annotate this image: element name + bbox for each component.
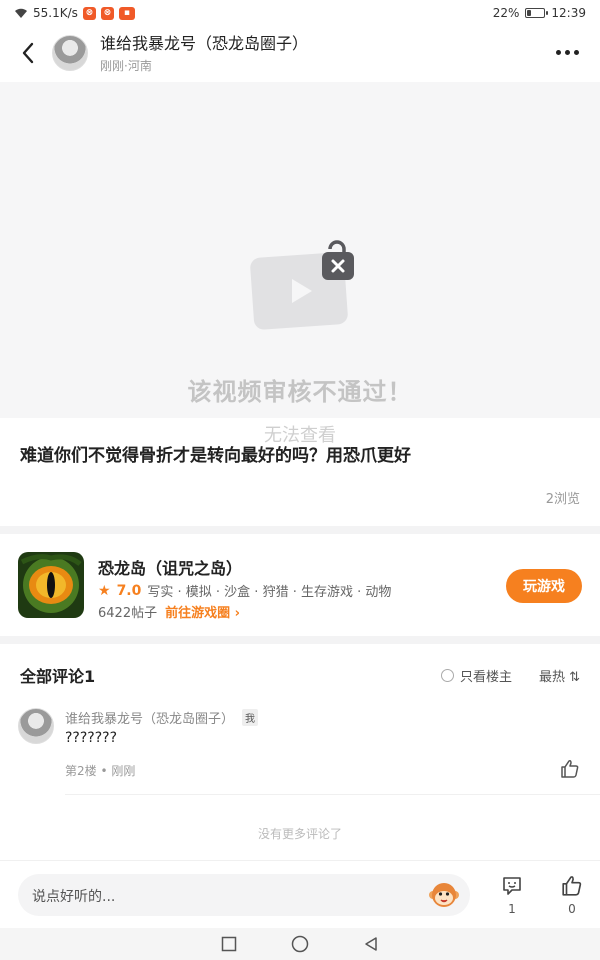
status-bar: 55.1K/s ⊗ ⊗ ▪ 22% 12:39: [0, 0, 600, 26]
game-tags: 写实 · 模拟 · 沙盒 · 狩猎 · 生存游戏 · 动物: [147, 585, 392, 600]
more-dots-icon: [555, 49, 561, 55]
comment-action[interactable]: 1: [497, 875, 527, 916]
section-divider: [0, 636, 600, 644]
play-game-button[interactable]: 玩游戏: [506, 569, 582, 603]
app-notification-icon: ⊗: [82, 6, 96, 20]
comment-text: ???????: [65, 730, 118, 746]
dinosaur-eye-icon: [18, 552, 84, 618]
post-title: 难道你们不觉得骨折才是转向最好的吗？用恐爪更好: [20, 446, 411, 466]
more-options-button[interactable]: [552, 40, 582, 64]
comment-meta: 第2楼 • 刚刚: [65, 764, 136, 778]
app-notification-icon: ⊗: [100, 6, 114, 20]
back-nav-icon[interactable]: [363, 936, 379, 952]
game-icon[interactable]: [18, 552, 84, 618]
wifi-icon: [15, 8, 27, 18]
like-action[interactable]: 0: [557, 875, 587, 916]
only-host-label: 只看楼主: [459, 670, 512, 685]
comment-count: 1: [508, 902, 516, 916]
video-status-title: 该视频审核不通过！: [187, 378, 413, 406]
game-rating: 7.0: [116, 582, 142, 599]
only-host-toggle[interactable]: 只看楼主: [440, 666, 512, 685]
radio-icon: [440, 669, 454, 682]
home-icon[interactable]: [291, 935, 309, 953]
game-posts-row: 6422帖子 前往游戏圈 ›: [98, 602, 240, 621]
author-name[interactable]: 谁给我暴龙号（恐龙岛圈子）: [100, 33, 308, 55]
back-button[interactable]: [4, 29, 52, 77]
no-more-comments: 没有更多评论了: [257, 827, 342, 841]
video-blocked-icon: [250, 240, 354, 330]
comment-author-row: 谁给我暴龙号（恐龙岛圈子） 我: [65, 708, 259, 727]
view-count: 2浏览: [545, 492, 580, 507]
sort-dropdown[interactable]: 最热 ⇅: [539, 666, 580, 685]
comment-like-button[interactable]: [560, 759, 580, 783]
like-count: 0: [568, 902, 576, 916]
star-icon: ★: [98, 582, 111, 599]
comment-icon: [503, 877, 521, 895]
comment-avatar[interactable]: [18, 708, 54, 744]
goto-game-circle-link[interactable]: 前往游戏圈 ›: [165, 602, 240, 621]
thumbs-up-icon: [562, 876, 582, 896]
bottom-action-bar: 说点好听的... 1 0: [0, 860, 600, 928]
thumbs-up-icon: [561, 760, 579, 778]
comments-title: 全部评论1: [20, 667, 96, 686]
section-divider: [0, 526, 600, 534]
system-nav-bar: [0, 928, 600, 960]
chevron-left-icon: [22, 42, 34, 64]
battery-percent: 22%: [492, 6, 520, 20]
comment-author[interactable]: 谁给我暴龙号（恐龙岛圈子）: [65, 708, 234, 727]
game-name[interactable]: 恐龙岛（诅咒之岛）: [98, 555, 242, 579]
monkey-emoji-icon[interactable]: [428, 880, 460, 910]
clock: 12:39: [551, 6, 586, 20]
comment-separator: [65, 794, 600, 795]
game-post-count: 6422帖子: [98, 606, 158, 621]
comment-input[interactable]: 说点好听的...: [18, 874, 470, 916]
video-placeholder: 该视频审核不通过！ 无法查看: [0, 82, 600, 446]
battery-icon: [525, 8, 549, 18]
app-notification-icon: ▪: [118, 6, 135, 20]
post-header: 谁给我暴龙号（恐龙岛圈子） 刚刚·河南: [0, 28, 600, 78]
post-time-location: 刚刚·河南: [100, 58, 152, 73]
comments-header: 全部评论1 只看楼主 最热 ⇅: [0, 654, 600, 694]
comment-input-placeholder: 说点好听的...: [32, 889, 116, 905]
game-meta: ★ 7.0 写实 · 模拟 · 沙盒 · 狩猎 · 生存游戏 · 动物: [98, 581, 392, 601]
game-card[interactable]: 恐龙岛（诅咒之岛） ★ 7.0 写实 · 模拟 · 沙盒 · 狩猎 · 生存游戏…: [0, 540, 600, 636]
author-avatar[interactable]: [52, 35, 88, 71]
comment-item: 谁给我暴龙号（恐龙岛圈子） 我 ??????? 第2楼 • 刚刚: [0, 704, 600, 790]
network-speed: 55.1K/s: [33, 6, 78, 20]
me-badge: 我: [242, 709, 259, 726]
recent-apps-icon[interactable]: [221, 936, 237, 952]
